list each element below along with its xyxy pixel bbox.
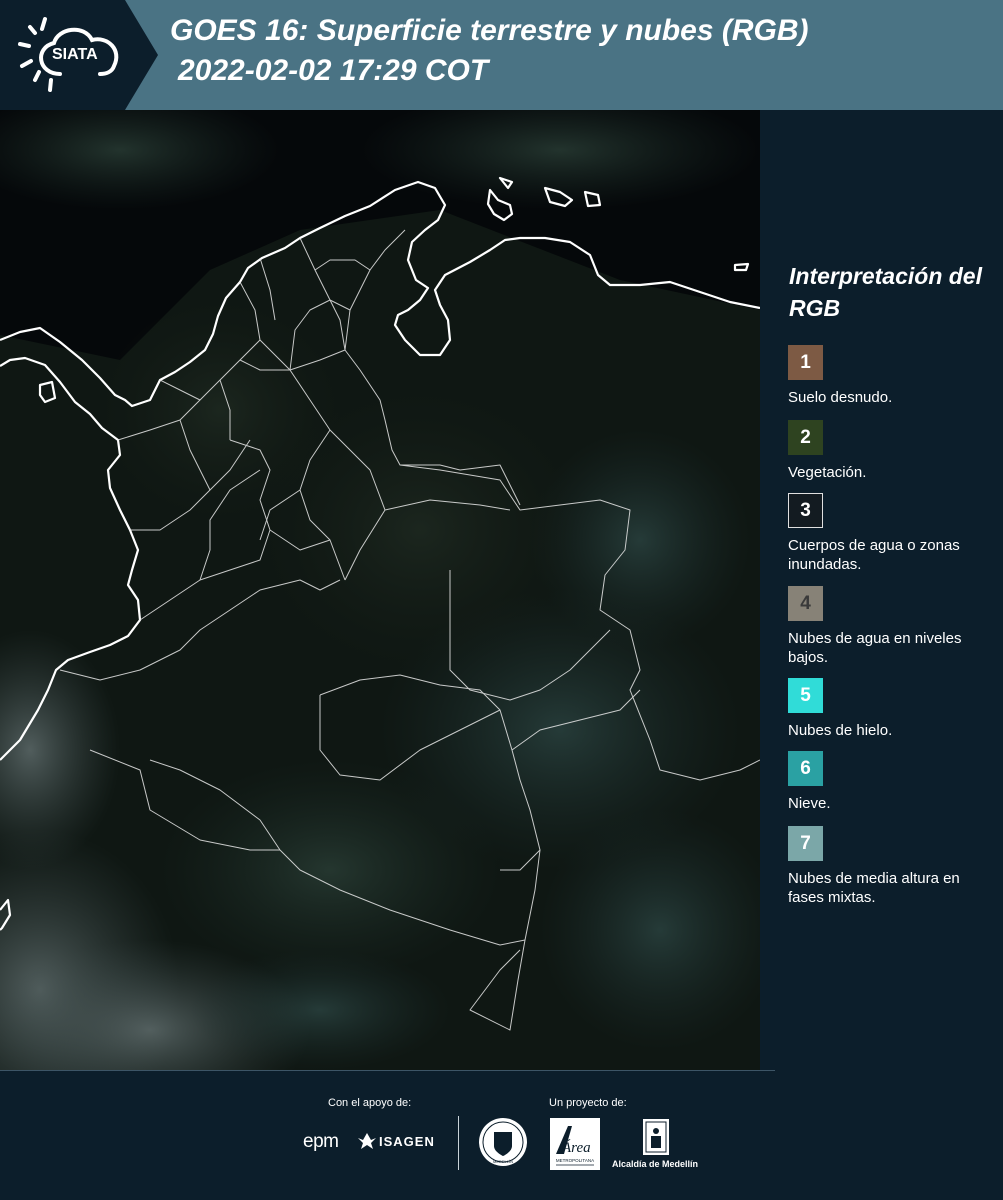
- area-logo-text: Área: [561, 1139, 591, 1156]
- siata-logo-text: SIATA: [52, 46, 98, 63]
- page-title: GOES 16: Superficie terrestre y nubes (R…: [170, 14, 809, 47]
- legend-label-4: Nubes de agua en niveles bajos.: [788, 630, 962, 666]
- alcaldia-label: Alcaldía de Medellín: [612, 1159, 699, 1169]
- legend-label-5: Nubes de hielo.: [788, 722, 893, 739]
- legend-item-low-water-clouds: 4 Nubes de agua en niveles bajos.: [788, 586, 998, 667]
- footer: Con el apoyo de: Un proyecto de: epm ISA…: [0, 1070, 1003, 1200]
- legend-panel: Interpretación del RGB 1 Suelo desnudo. …: [760, 110, 1003, 1070]
- satellite-map: [0, 110, 760, 1070]
- footer-divider: [458, 1116, 459, 1170]
- legend-title: Interpretación del RGB: [789, 263, 982, 321]
- legend-swatch-1: 1: [788, 345, 823, 380]
- siata-logo: SIATA: [0, 0, 158, 110]
- legend-swatch-7: 7: [788, 826, 823, 861]
- legend-swatch-5: 5: [788, 678, 823, 713]
- legend-swatch-4: 4: [788, 586, 823, 621]
- legend-item-bare-soil: 1 Suelo desnudo.: [788, 345, 998, 407]
- medellin-seal-icon: MEDELLÍN: [479, 1118, 527, 1166]
- legend-label-2: Vegetación.: [788, 464, 867, 481]
- legend-label-7: Nubes de media altura en fases mixtas.: [788, 870, 960, 906]
- area-metropolitana-logo: Área METROPOLITANA: [550, 1118, 600, 1170]
- legend-label-3: Cuerpos de agua o zonas inundadas.: [788, 537, 960, 573]
- legend-item-ice-clouds: 5 Nubes de hielo.: [788, 678, 998, 740]
- seal-text: MEDELLÍN: [493, 1159, 513, 1164]
- legend-item-snow: 6 Nieve.: [788, 751, 998, 813]
- legend-swatch-3: 3: [788, 493, 823, 528]
- legend-label-6: Nieve.: [788, 795, 831, 812]
- support-label: Con el apoyo de:: [328, 1097, 412, 1109]
- alcaldia-shield-icon: [643, 1119, 669, 1155]
- epm-logo: epm: [303, 1131, 339, 1152]
- project-label: Un proyecto de:: [549, 1097, 627, 1109]
- legend-swatch-2: 2: [788, 420, 823, 455]
- header: SIATA GOES 16: Superficie terrestre y nu…: [0, 0, 1003, 110]
- legend-swatch-6: 6: [788, 751, 823, 786]
- isagen-mark-icon: [358, 1133, 376, 1149]
- legend-item-mid-level-clouds: 7 Nubes de media altura en fases mixtas.: [788, 826, 998, 907]
- legend-label-1: Suelo desnudo.: [788, 389, 893, 406]
- area-logo-subtitle: METROPOLITANA: [556, 1158, 594, 1163]
- page-timestamp: 2022-02-02 17:29 COT: [178, 54, 489, 87]
- isagen-logo: ISAGEN: [358, 1133, 435, 1149]
- isagen-logo-text: ISAGEN: [379, 1133, 435, 1149]
- legend-item-vegetation: 2 Vegetación.: [788, 420, 998, 482]
- footer-rule: [0, 1070, 775, 1071]
- legend-item-water-bodies: 3 Cuerpos de agua o zonas inundadas.: [788, 493, 998, 574]
